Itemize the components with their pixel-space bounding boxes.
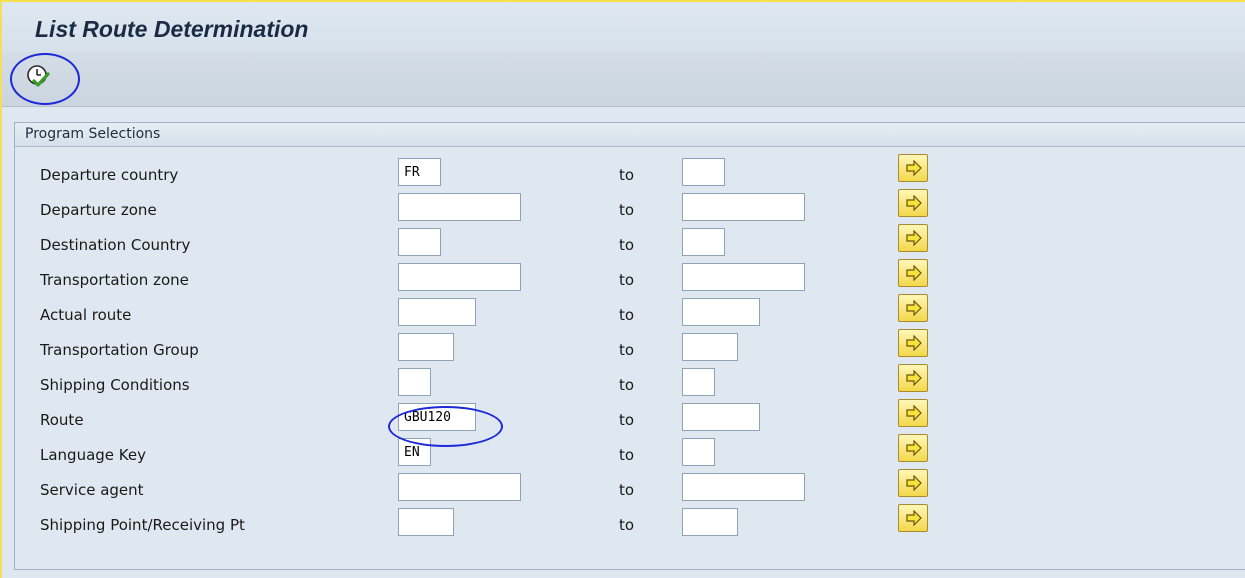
selection-row-transportation-group: Transportation Group to [15, 329, 1245, 368]
field-label: Shipping Point/Receiving Pt [40, 516, 245, 534]
multiple-selection-button[interactable] [898, 434, 928, 462]
field-label: Shipping Conditions [40, 376, 190, 394]
to-label: to [619, 516, 635, 534]
field-label: Language Key [40, 446, 146, 464]
departure-country-low-input[interactable]: FR [398, 158, 441, 186]
arrow-right-icon [906, 195, 922, 211]
multiple-selection-button[interactable] [898, 224, 928, 252]
selection-row-destination-country: Destination Country to [15, 224, 1245, 263]
multiple-selection-button[interactable] [898, 154, 928, 182]
arrow-right-icon [906, 510, 922, 526]
selection-row-departure-zone: Departure zone to [15, 189, 1245, 228]
actual-route-low-input[interactable] [398, 298, 476, 326]
selection-row-actual-route: Actual route to [15, 294, 1245, 333]
multiple-selection-button[interactable] [898, 364, 928, 392]
service-agent-low-input[interactable] [398, 473, 521, 501]
selection-row-route: Route GBU120 to [15, 399, 1245, 438]
transportation-group-low-input[interactable] [398, 333, 454, 361]
arrow-right-icon [906, 440, 922, 456]
multiple-selection-button[interactable] [898, 469, 928, 497]
field-label: Service agent [40, 481, 144, 499]
page-title: List Route Determination [35, 16, 309, 42]
arrow-right-icon [906, 335, 922, 351]
shipping-conditions-low-input[interactable] [398, 368, 431, 396]
arrow-right-icon [906, 405, 922, 421]
application-toolbar [2, 52, 1245, 107]
multiple-selection-button[interactable] [898, 399, 928, 427]
selection-row-departure-country: Departure country FR to [15, 154, 1245, 193]
field-label: Transportation Group [40, 341, 199, 359]
group-header: Program Selections [15, 123, 1245, 147]
multiple-selection-button[interactable] [898, 259, 928, 287]
field-label: Destination Country [40, 236, 191, 254]
to-label: to [619, 306, 635, 324]
multiple-selection-button[interactable] [898, 189, 928, 217]
shipping-point-low-input[interactable] [398, 508, 454, 536]
route-low-input[interactable]: GBU120 [398, 403, 476, 431]
to-label: to [619, 481, 635, 499]
to-label: to [619, 166, 635, 184]
selection-row-shipping-point: Shipping Point/Receiving Pt to [15, 504, 1245, 543]
language-key-high-input[interactable] [682, 438, 715, 466]
to-label: to [619, 201, 635, 219]
arrow-right-icon [906, 475, 922, 491]
transportation-zone-low-input[interactable] [398, 263, 521, 291]
departure-zone-low-input[interactable] [398, 193, 521, 221]
to-label: to [619, 341, 635, 359]
to-label: to [619, 411, 635, 429]
language-key-low-input[interactable]: EN [398, 438, 431, 466]
field-label: Departure zone [40, 201, 157, 219]
arrow-right-icon [906, 370, 922, 386]
multiple-selection-button[interactable] [898, 504, 928, 532]
execute-annotation-circle [10, 53, 80, 105]
multiple-selection-button[interactable] [898, 329, 928, 357]
to-label: to [619, 271, 635, 289]
group-title: Program Selections [25, 126, 161, 142]
arrow-right-icon [906, 265, 922, 281]
transportation-group-high-input[interactable] [682, 333, 738, 361]
selection-row-shipping-conditions: Shipping Conditions to [15, 364, 1245, 403]
multiple-selection-button[interactable] [898, 294, 928, 322]
field-label: Actual route [40, 306, 132, 324]
to-label: to [619, 376, 635, 394]
departure-zone-high-input[interactable] [682, 193, 805, 221]
actual-route-high-input[interactable] [682, 298, 760, 326]
destination-country-high-input[interactable] [682, 228, 725, 256]
field-label: Transportation zone [40, 271, 189, 289]
program-selections-group: Program Selections Departure country FR … [14, 122, 1245, 570]
arrow-right-icon [906, 300, 922, 316]
field-label: Route [40, 411, 84, 429]
departure-country-high-input[interactable] [682, 158, 725, 186]
selection-row-transportation-zone: Transportation zone to [15, 259, 1245, 298]
arrow-right-icon [906, 160, 922, 176]
field-label: Departure country [40, 166, 179, 184]
selection-row-service-agent: Service agent to [15, 469, 1245, 508]
destination-country-low-input[interactable] [398, 228, 441, 256]
route-high-input[interactable] [682, 403, 760, 431]
to-label: to [619, 236, 635, 254]
title-bar: List Route Determination [2, 2, 1245, 52]
transportation-zone-high-input[interactable] [682, 263, 805, 291]
shipping-point-high-input[interactable] [682, 508, 738, 536]
shipping-conditions-high-input[interactable] [682, 368, 715, 396]
service-agent-high-input[interactable] [682, 473, 805, 501]
arrow-right-icon [906, 230, 922, 246]
to-label: to [619, 446, 635, 464]
selection-row-language-key: Language Key EN to [15, 434, 1245, 473]
